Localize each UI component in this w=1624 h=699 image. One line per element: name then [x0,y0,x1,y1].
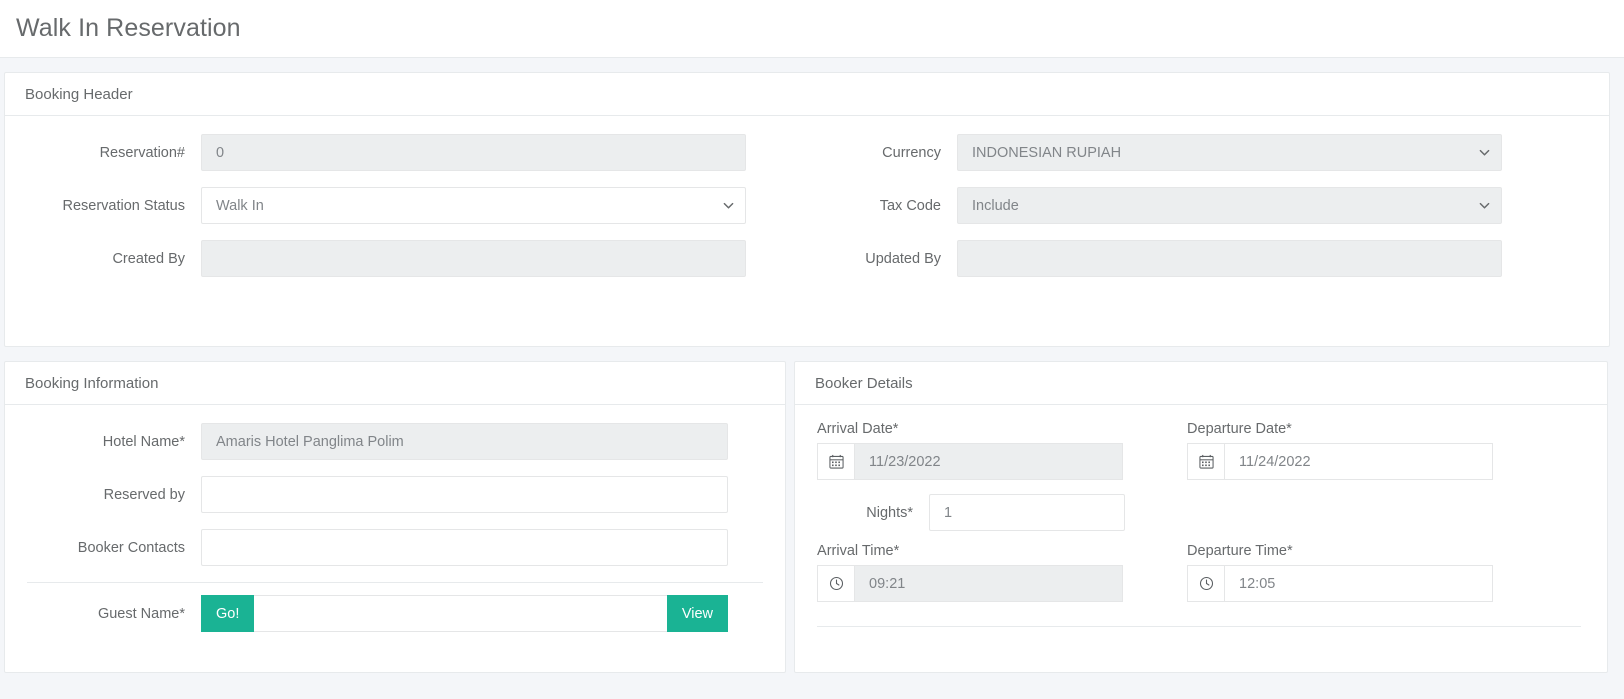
booking-header-body: Reservation# 0 Reservation Status Walk I… [5,116,1609,293]
value-arrival-time: 09:21 [869,575,906,592]
field-row-reservation-number: Reservation# 0 [5,134,807,171]
booking-header-card-head: Booking Header [5,73,1609,116]
departure-time-column: Departure Time* 12:05 [1187,543,1557,616]
input-updated-by[interactable] [957,240,1502,277]
value-hotel-name: Amaris Hotel Panglima Polim [216,433,404,450]
field-row-guest-name: Guest Name* Go! View [5,595,785,632]
field-row-reservation-status: Reservation Status Walk In [5,187,807,224]
label-departure-date: Departure Date* [1187,421,1292,437]
select-tax-code[interactable]: Include [957,187,1502,224]
label-arrival-time: Arrival Time* [817,543,900,559]
booking-header-right-column: Currency INDONESIAN RUPIAH Tax Code Incl… [807,134,1609,293]
field-row-tax-code: Tax Code Include [807,187,1609,224]
booking-header-title: Booking Header [25,85,133,103]
value-currency: INDONESIAN RUPIAH [972,144,1122,161]
label-reserved-by: Reserved by [103,486,185,503]
label-reservation-number: Reservation# [99,144,185,161]
input-departure-time[interactable]: 12:05 [1224,565,1494,602]
booker-details-dates-grid: Arrival Date* 11/23/2022 Departure Date*… [817,421,1607,494]
label-reservation-status: Reservation Status [62,197,185,214]
label-tax-code: Tax Code [879,197,941,214]
page-title: Walk In Reservation [16,14,241,42]
booking-information-card: Booking Information Hotel Name* Amaris H… [4,361,787,673]
field-row-created-by: Created By [5,240,807,277]
arrival-date-input-group: 11/23/2022 [817,443,1124,480]
input-departure-date[interactable]: 11/24/2022 [1224,443,1494,480]
value-reservation-status: Walk In [216,197,264,214]
booking-information-card-head: Booking Information [5,362,786,405]
value-departure-time: 12:05 [1239,575,1276,592]
field-row-currency: Currency INDONESIAN RUPIAH [807,134,1609,171]
departure-date-input-group: 11/24/2022 [1187,443,1494,480]
input-hotel-name[interactable]: Amaris Hotel Panglima Polim [201,423,728,460]
calendar-icon[interactable] [817,443,855,480]
value-arrival-date: 11/23/2022 [869,453,941,470]
input-arrival-date[interactable]: 11/23/2022 [854,443,1124,480]
value-nights: 1 [944,504,953,521]
booker-details-body: Arrival Date* 11/23/2022 Departure Date*… [795,405,1607,627]
input-nights[interactable]: 1 [929,494,1126,531]
booker-details-card: Booker Details Arrival Date* 11/23/2022 … [794,361,1608,673]
chevron-down-icon [723,200,734,210]
label-departure-time: Departure Time* [1187,543,1293,559]
chevron-down-icon [1479,200,1490,210]
view-button[interactable]: View [666,595,728,632]
booking-header-card: Booking Header Reservation# 0 Reservatio… [4,72,1610,347]
page-header: Walk In Reservation [0,0,1624,58]
calendar-icon[interactable] [1187,443,1225,480]
label-nights: Nights* [866,504,914,521]
label-created-by: Created By [112,250,185,267]
departure-time-input-group: 12:05 [1187,565,1494,602]
input-booker-contacts[interactable] [201,529,728,566]
value-departure-date: 11/24/2022 [1239,453,1311,470]
field-row-booker-contacts: Booker Contacts [5,529,785,566]
lower-row: Booking Information Hotel Name* Amaris H… [2,361,1608,673]
departure-date-column: Departure Date* 11/24/2022 [1187,421,1557,494]
chevron-down-icon [1479,147,1490,157]
booking-information-title: Booking Information [25,374,159,392]
clock-icon[interactable] [817,565,855,602]
field-row-hotel-name: Hotel Name* Amaris Hotel Panglima Polim [5,423,785,460]
value-tax-code: Include [972,197,1019,214]
label-guest-name: Guest Name* [97,605,185,622]
booker-details-times-grid: Arrival Time* 09:21 Departure Time* 12:0… [817,543,1607,616]
guest-name-input-group: Go! View [201,595,728,632]
input-arrival-time[interactable]: 09:21 [854,565,1124,602]
label-arrival-date: Arrival Date* [817,421,899,437]
arrival-time-input-group: 09:21 [817,565,1124,602]
clock-icon[interactable] [1187,565,1225,602]
booker-details-card-head: Booker Details [795,362,1607,405]
input-reservation-number[interactable]: 0 [201,134,746,171]
go-button[interactable]: Go! [201,595,255,632]
label-currency: Currency [882,144,941,161]
guest-name-input[interactable] [254,595,667,632]
field-row-nights: Nights* 1 [817,494,1607,531]
booking-information-body: Hotel Name* Amaris Hotel Panglima Polim … [5,405,785,632]
field-row-reserved-by: Reserved by [5,476,785,513]
label-booker-contacts: Booker Contacts [77,539,185,556]
arrival-time-column: Arrival Time* 09:21 [817,543,1187,616]
label-updated-by: Updated By [865,250,941,267]
select-currency[interactable]: INDONESIAN RUPIAH [957,134,1502,171]
select-reservation-status[interactable]: Walk In [201,187,746,224]
input-reserved-by[interactable] [201,476,728,513]
value-reservation-number: 0 [216,144,225,161]
booker-details-title: Booker Details [815,374,913,392]
booking-header-left-column: Reservation# 0 Reservation Status Walk I… [5,134,807,293]
input-created-by[interactable] [201,240,746,277]
arrival-date-column: Arrival Date* 11/23/2022 [817,421,1187,494]
label-hotel-name: Hotel Name* [102,433,185,450]
page-content: Booking Header Reservation# 0 Reservatio… [0,58,1624,673]
booker-details-divider [817,626,1581,627]
section-divider [27,582,764,583]
field-row-updated-by: Updated By [807,240,1609,277]
